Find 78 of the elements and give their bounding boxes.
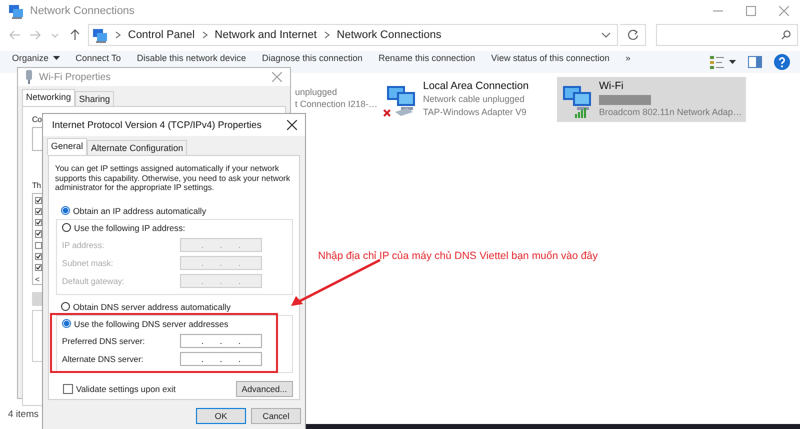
checkbox[interactable] [35, 242, 42, 249]
field-label: Th [32, 181, 41, 190]
view-list-icon [710, 55, 724, 69]
forward-arrow-icon [29, 29, 41, 41]
chevron-right-icon [322, 31, 331, 39]
close-icon [287, 120, 297, 130]
checkbox[interactable] [35, 230, 42, 238]
radio-option[interactable]: Use the following IP address: [62, 222, 186, 234]
breadcrumb-item[interactable]: Control Panel [128, 29, 195, 41]
ip-address-field[interactable]: . . . [180, 352, 262, 366]
radio-option[interactable]: Obtain an IP address automatically [61, 204, 293, 216]
field-label: IP address: [62, 240, 104, 250]
annotation-text: Nhập địa chỉ IP của máy chủ DNS Viettel bạn muốn vào đây [318, 250, 598, 262]
item-count: 4 items [8, 408, 39, 420]
chevron-right-icon [200, 31, 209, 39]
connection-item[interactable]: Wi-Fi Broadcom 802.11n Network Adap… [557, 77, 746, 122]
connection-item[interactable]: Local Area Connection Network cable unplugged TAP-Windows Adapter V9 [381, 77, 557, 122]
checkbox[interactable] [35, 208, 42, 216]
tab[interactable]: Networking [22, 89, 76, 106]
toolbar-button[interactable]: Disable this network device [130, 51, 252, 65]
field-label: Subnet mask: [62, 258, 114, 268]
help-icon [774, 54, 790, 70]
checkbox[interactable] [35, 219, 42, 226]
back-arrow-icon [9, 29, 21, 41]
up-arrow-icon [69, 29, 81, 41]
toolbar-button[interactable]: Organize [6, 51, 66, 65]
dialog-title: Internet Protocol Version 4 (TCP/IPv4) Properties [52, 120, 262, 130]
refresh-button[interactable] [620, 24, 646, 46]
close-icon [778, 6, 788, 16]
checkbox[interactable]: Validate settings upon exit [63, 384, 176, 394]
network-icon [8, 3, 24, 19]
ip-address-field[interactable]: . . . [180, 334, 262, 348]
ok-button[interactable]: OK [196, 408, 246, 424]
connection-name: Wi-Fi [599, 80, 624, 93]
tab[interactable]: General [47, 138, 88, 155]
toolbar-button[interactable]: Rename this connection [372, 51, 482, 65]
caret-down-icon [601, 31, 611, 39]
pane-icon [748, 56, 762, 68]
tab[interactable]: Alternate Configuration [87, 140, 188, 155]
dialog-title: Wi-Fi Properties [39, 72, 111, 82]
chevron-right-icon [114, 31, 122, 39]
toolbar-button[interactable]: Connect To [70, 51, 127, 65]
toolbar-button[interactable]: View status of this connection [485, 51, 616, 65]
search-icon [781, 30, 791, 40]
radio-option[interactable]: Obtain DNS server address automatically [61, 300, 293, 312]
description-text: You can get IP settings assigned automatically if your network supports this capability. Otherwise, you need to ask your network administrator for the appropriate IP settings. [55, 164, 292, 192]
cancel-button[interactable]: Cancel [251, 408, 301, 424]
maximize-icon [746, 6, 756, 16]
checkbox[interactable] [35, 252, 42, 260]
caret-down-icon [729, 60, 736, 64]
network-icon [92, 27, 108, 43]
refresh-icon [626, 29, 638, 41]
tab[interactable]: Sharing [75, 91, 114, 106]
field-label: Default gateway: [62, 276, 124, 286]
connection-device: TAP-Windows Adapter V9 [423, 106, 528, 119]
connection-device: t Connection I218-… [295, 98, 378, 110]
connection-status: unplugged [295, 86, 338, 98]
adapter-icon [24, 70, 34, 84]
connection-device: Broadcom 802.11n Network Adap… [599, 106, 742, 119]
checkbox[interactable] [35, 264, 42, 271]
breadcrumb-item[interactable]: Network and Internet [214, 29, 317, 41]
more-commands-button[interactable]: » [620, 51, 637, 65]
radio-option[interactable]: Use the following DNS server addresses [62, 318, 228, 330]
breadcrumb-item[interactable]: Network Connections [336, 29, 442, 41]
checkbox[interactable] [35, 197, 42, 204]
advanced-button[interactable]: Advanced... [236, 380, 293, 396]
field-label: Co [32, 115, 42, 124]
close-icon [272, 72, 282, 82]
caret-down-icon [52, 56, 60, 60]
connection-status: Network cable unplugged [423, 93, 526, 106]
window-title: Network Connections [30, 5, 135, 17]
field-label: Preferred DNS server: [62, 336, 145, 346]
search-field[interactable] [656, 24, 798, 46]
connection-name: Local Area Connection [423, 80, 529, 93]
address-bar[interactable]: Control Panel Network and Internet Network Connections [88, 24, 618, 46]
connection-item[interactable]: unplugged t Connection I218-… [295, 77, 381, 122]
toolbar-button[interactable]: Diagnose this connection [256, 51, 369, 65]
field-label: Alternate DNS server: [62, 354, 144, 364]
